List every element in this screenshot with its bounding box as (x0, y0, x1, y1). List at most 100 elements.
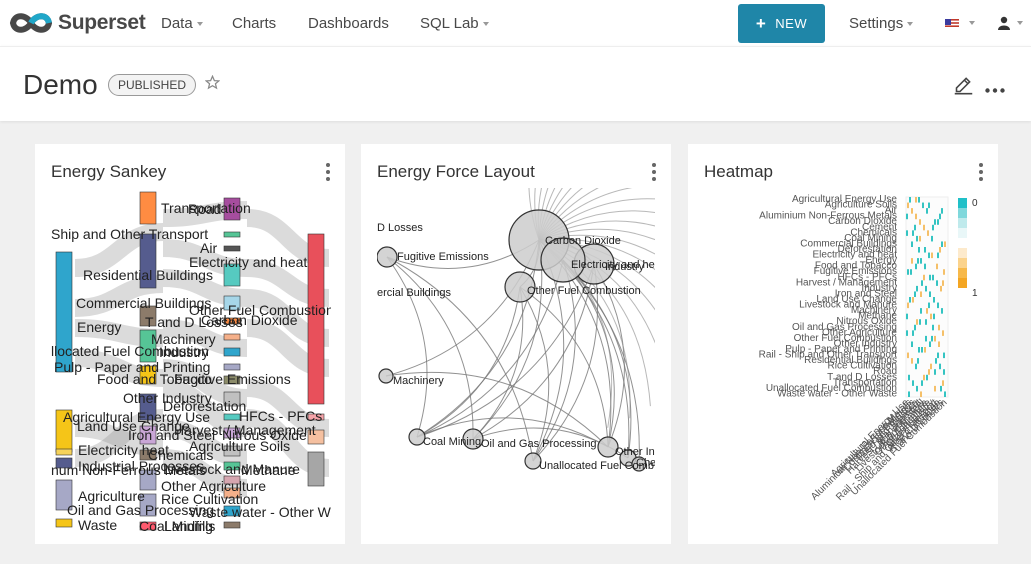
heatmap-cell (911, 341, 913, 347)
heatmap-cell (924, 347, 926, 353)
heatmap-cell (928, 302, 930, 309)
heatmap-cell (923, 374, 925, 381)
heatmap-cell (921, 280, 923, 286)
heatmap-cell (922, 202, 924, 209)
heatmap-cell (918, 197, 920, 203)
sankey-label: Fugitive Emissions (174, 371, 291, 387)
menu-dashboards[interactable]: Dashboards (308, 15, 389, 32)
heatmap-cell (932, 324, 934, 331)
heatmap-cell (937, 352, 939, 359)
heatmap-cell (938, 341, 940, 347)
heatmap-legend-swatch (958, 248, 967, 258)
heatmap-cell (915, 197, 917, 203)
star-icon[interactable] (204, 74, 221, 95)
heatmap-legend-swatch (958, 208, 967, 218)
heatmap-cell (909, 297, 911, 303)
heatmap-cell (924, 247, 926, 253)
heatmap-cell (931, 235, 933, 242)
menu-data[interactable]: Data (161, 15, 203, 32)
force-node (378, 368, 394, 384)
force-link (386, 256, 428, 438)
heatmap-cell (909, 197, 911, 203)
heatmap-cell (920, 308, 922, 314)
force-label: Carbon Dioxide (545, 235, 621, 247)
sankey-node (223, 245, 241, 252)
heatmap-cell (933, 297, 935, 303)
heatmap-cell (930, 363, 932, 370)
force-label: Che (636, 457, 655, 469)
heatmap-cell (906, 213, 908, 220)
heatmap-legend-swatch (958, 268, 967, 278)
sankey-node (223, 333, 241, 341)
heatmap-cell (928, 252, 930, 259)
us-flag-icon[interactable] (945, 17, 959, 28)
heatmap-cell (931, 335, 933, 342)
chevron-down-icon[interactable] (1017, 21, 1023, 25)
heatmap-cell (914, 291, 916, 297)
menu-sql-lab[interactable]: SQL Lab (420, 15, 489, 32)
heatmap-cell (931, 252, 933, 259)
new-button[interactable]: + NEW (738, 4, 825, 43)
superset-logo[interactable]: Superset (8, 10, 146, 36)
heatmap-cell (920, 391, 922, 397)
heatmap-cell (923, 224, 925, 231)
user-icon[interactable] (998, 16, 1010, 35)
sankey-label: Ship and Other Transport (51, 226, 208, 242)
heatmap-cell (906, 230, 908, 236)
heatmap-cell (911, 208, 913, 214)
force-label: Fugitive Emissions (397, 251, 489, 263)
heatmap-cell (912, 297, 914, 303)
chevron-down-icon[interactable] (969, 21, 975, 25)
heatmap-cell (941, 208, 943, 214)
heatmap-cell (907, 352, 909, 359)
heatmap-cell (911, 258, 913, 264)
heatmap-cell (915, 213, 917, 220)
heatmap-chart: Agricultural Energy UseAgriculture Soils… (759, 194, 978, 503)
heatmap-cell (940, 285, 942, 292)
heatmap-cell (929, 291, 931, 297)
heatmap-cell (939, 363, 941, 370)
chevron-down-icon (196, 22, 203, 27)
sankey-node (223, 521, 241, 529)
sankey-label: Carbon Dioxide (201, 312, 298, 328)
heatmap-cell (907, 202, 909, 209)
heatmap-cell (929, 341, 931, 347)
heatmap-cell (916, 385, 918, 392)
sankey-node (307, 451, 325, 487)
menu-charts[interactable]: Charts (232, 15, 276, 32)
more-vertical-icon[interactable] (652, 163, 656, 184)
heatmap-cell (908, 391, 910, 397)
chart-card-energy-sankey: Energy Sankey Transportation Road Ship and… (35, 144, 345, 544)
heatmap-cell (920, 291, 922, 297)
force-label: Industry (605, 261, 645, 273)
heatmap-cell (921, 380, 923, 386)
more-vertical-icon[interactable] (979, 163, 983, 184)
menu-settings[interactable]: Settings (849, 15, 914, 32)
heatmap-cell (932, 224, 934, 231)
heatmap-cell (919, 219, 921, 225)
heatmap-legend-swatch (958, 198, 967, 208)
heatmap-cell (942, 330, 944, 336)
heatmap-cell (930, 313, 932, 320)
heatmap-cell (943, 369, 945, 375)
heatmap-row-label: Waste water - Other Waste (777, 388, 897, 399)
heatmap-cell (926, 308, 928, 314)
force-layout-chart: D Losses Carbon Dioxide Fugitive Emissions… (377, 188, 655, 472)
status-badge[interactable]: PUBLISHED (108, 74, 197, 96)
dashboard-title[interactable]: Demo (23, 69, 98, 101)
edit-icon[interactable] (953, 74, 974, 100)
heatmap-cell (929, 274, 931, 281)
heatmap-cell (907, 302, 909, 309)
brand-name: Superset (58, 11, 146, 34)
heatmap-cell (942, 280, 944, 286)
more-vertical-icon[interactable] (326, 163, 330, 184)
heatmap-cell (936, 280, 938, 286)
force-link (416, 286, 521, 438)
heatmap-cell (933, 313, 935, 320)
sankey-node (307, 233, 325, 405)
heatmap-cell (916, 285, 918, 292)
heatmap-cell (928, 202, 930, 209)
sankey-label: Energy (77, 319, 121, 335)
more-horizontal-icon[interactable] (985, 80, 1005, 98)
force-link (519, 286, 550, 462)
